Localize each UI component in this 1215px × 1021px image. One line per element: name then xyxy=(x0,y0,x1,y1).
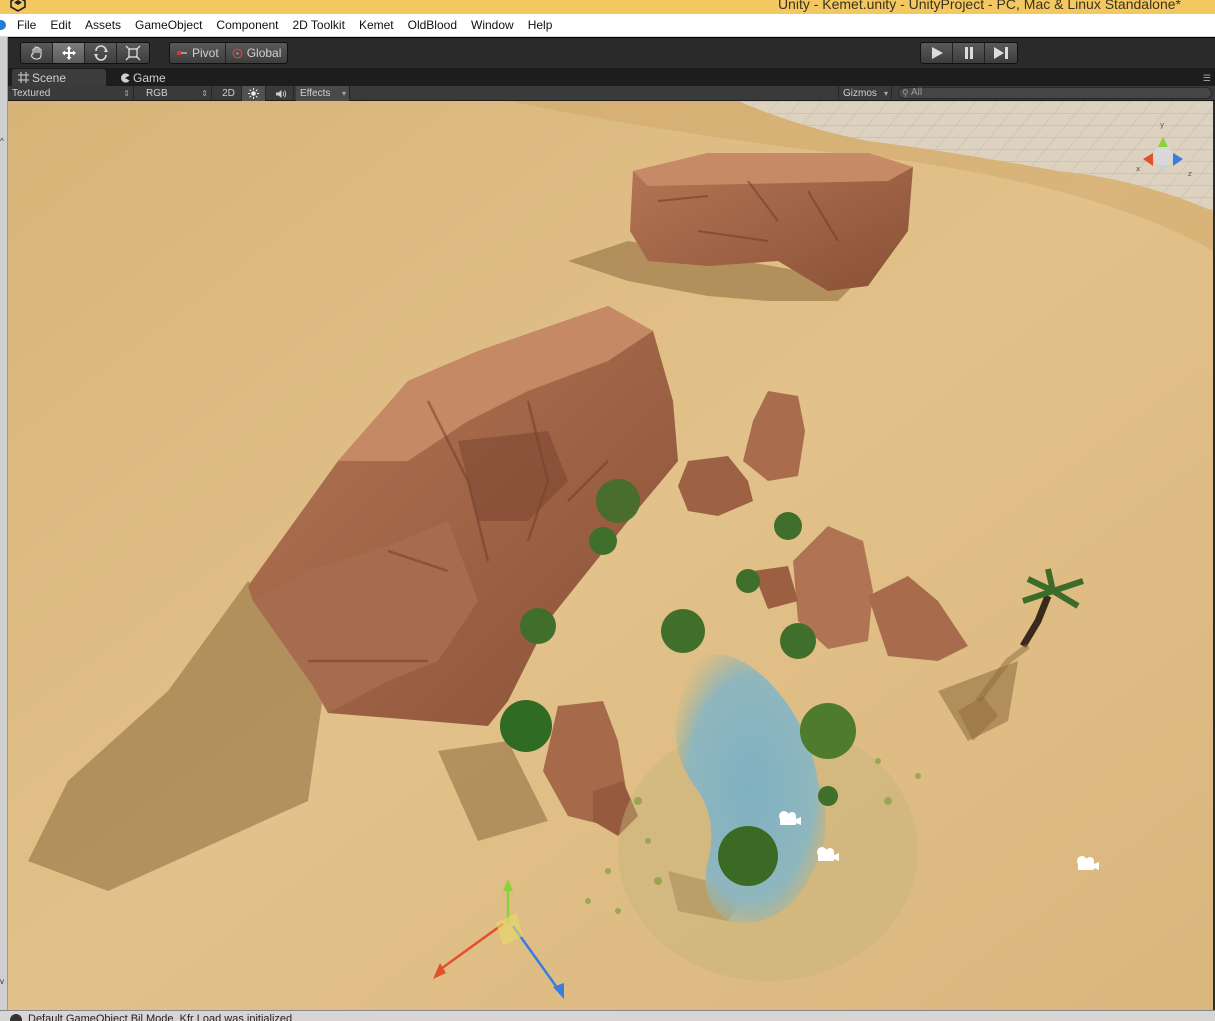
move-tool-button[interactable] xyxy=(53,43,85,63)
hierarchy-search-input[interactable]: ⚲ All xyxy=(898,87,1212,99)
status-message: Default GameObject Bil Mode_Kfr Load was… xyxy=(28,1013,293,1021)
title-bar: Unity - Kemet.unity - UnityProject - PC,… xyxy=(0,0,1215,14)
hand-tool-button[interactable] xyxy=(21,43,53,63)
window-title: Unity - Kemet.unity - UnityProject - PC,… xyxy=(777,0,1181,12)
main-toolbar: Pivot Global xyxy=(8,37,1215,68)
chevron-up-icon[interactable]: ^ xyxy=(0,137,4,146)
effects-dropdown[interactable]: Effects ▾ xyxy=(296,86,350,101)
pause-icon xyxy=(964,47,973,59)
color-mode-dropdown[interactable]: RGB ⇕ xyxy=(142,86,212,101)
status-bar: Default GameObject Bil Mode_Kfr Load was… xyxy=(0,1010,1215,1021)
color-mode-value: RGB xyxy=(146,88,168,99)
unity-logo-icon xyxy=(10,0,26,12)
scene-render: x z y xyxy=(8,101,1213,1010)
panel-menu-icon[interactable]: ☰ xyxy=(1203,73,1211,84)
step-icon xyxy=(994,47,1008,59)
tab-game-label: Game xyxy=(133,70,166,85)
pacman-icon xyxy=(121,72,130,83)
dropdown-arrows-icon: ⇕ xyxy=(201,89,208,98)
menu-edit[interactable]: Edit xyxy=(43,17,78,34)
pivot-label: Pivot xyxy=(192,46,219,60)
tab-scene[interactable]: Scene xyxy=(12,69,106,86)
search-placeholder: All xyxy=(911,87,923,98)
scene-control-bar: Textured ⇕ RGB ⇕ 2D Effects ▾ Gizmos ▾ ⚲… xyxy=(8,86,1215,101)
rotate-tool-button[interactable] xyxy=(85,43,117,63)
menu-gameobject[interactable]: GameObject xyxy=(128,17,209,34)
gizmos-label: Gizmos xyxy=(843,88,877,99)
menu-assets[interactable]: Assets xyxy=(78,17,128,34)
menu-help[interactable]: Help xyxy=(521,17,560,34)
rotate-icon xyxy=(93,45,108,61)
pause-button[interactable] xyxy=(953,43,985,63)
toggle-2d-label: 2D xyxy=(222,88,235,99)
global-label: Global xyxy=(246,46,282,60)
play-controls xyxy=(920,42,1018,64)
play-button[interactable] xyxy=(921,43,953,63)
left-panel-strip: ^ v xyxy=(0,37,8,1021)
speaker-icon xyxy=(275,89,286,98)
sun-icon xyxy=(248,88,259,99)
info-icon xyxy=(10,1014,22,1021)
view-tabs: Scene Game ☰ xyxy=(8,68,1215,86)
tab-game[interactable]: Game xyxy=(114,69,194,86)
toggle-2d-button[interactable]: 2D xyxy=(216,86,242,101)
pivot-toggle[interactable]: Pivot xyxy=(170,43,226,63)
dropdown-arrow-icon: ▾ xyxy=(883,89,888,98)
svg-text:y: y xyxy=(1160,121,1164,129)
pivot-global-group: Pivot Global xyxy=(169,42,289,64)
scale-icon xyxy=(125,45,141,61)
sand-ground xyxy=(8,101,1213,1010)
grid-icon xyxy=(18,72,29,83)
scene-viewport[interactable]: x z y xyxy=(8,101,1213,1010)
menu-bar: File Edit Assets GameObject Component 2D… xyxy=(0,14,1215,37)
pivot-icon xyxy=(177,51,187,55)
render-mode-dropdown[interactable]: Textured ⇕ xyxy=(8,86,134,101)
search-icon: ⚲ xyxy=(902,88,909,98)
step-button[interactable] xyxy=(985,43,1017,63)
menu-kemet[interactable]: Kemet xyxy=(352,17,401,34)
tab-scene-label: Scene xyxy=(32,70,67,85)
lighting-toggle[interactable] xyxy=(242,86,266,101)
dropdown-arrows-icon: ⇕ xyxy=(123,89,130,98)
global-toggle[interactable]: Global xyxy=(226,43,288,63)
audio-toggle[interactable] xyxy=(268,86,294,101)
move-icon xyxy=(61,46,76,60)
svg-text:x: x xyxy=(1136,165,1140,173)
scale-tool-button[interactable] xyxy=(117,43,149,63)
dropdown-arrow-icon: ▾ xyxy=(341,89,346,98)
menu-oldblood[interactable]: OldBlood xyxy=(401,17,464,34)
chevron-down-icon[interactable]: v xyxy=(0,977,4,986)
effects-label: Effects xyxy=(300,88,331,99)
global-icon xyxy=(232,48,243,58)
render-mode-value: Textured xyxy=(12,88,51,99)
menu-component[interactable]: Component xyxy=(209,17,285,34)
info-dot-icon xyxy=(0,20,6,30)
gizmos-dropdown[interactable]: Gizmos ▾ xyxy=(838,86,892,101)
hand-icon xyxy=(30,46,42,60)
svg-text:z: z xyxy=(1188,170,1192,178)
menu-window[interactable]: Window xyxy=(464,17,521,34)
menu-file[interactable]: File xyxy=(10,17,43,34)
menu-2d-toolkit[interactable]: 2D Toolkit xyxy=(285,17,351,34)
play-icon xyxy=(931,47,943,59)
transform-tools xyxy=(20,42,150,64)
